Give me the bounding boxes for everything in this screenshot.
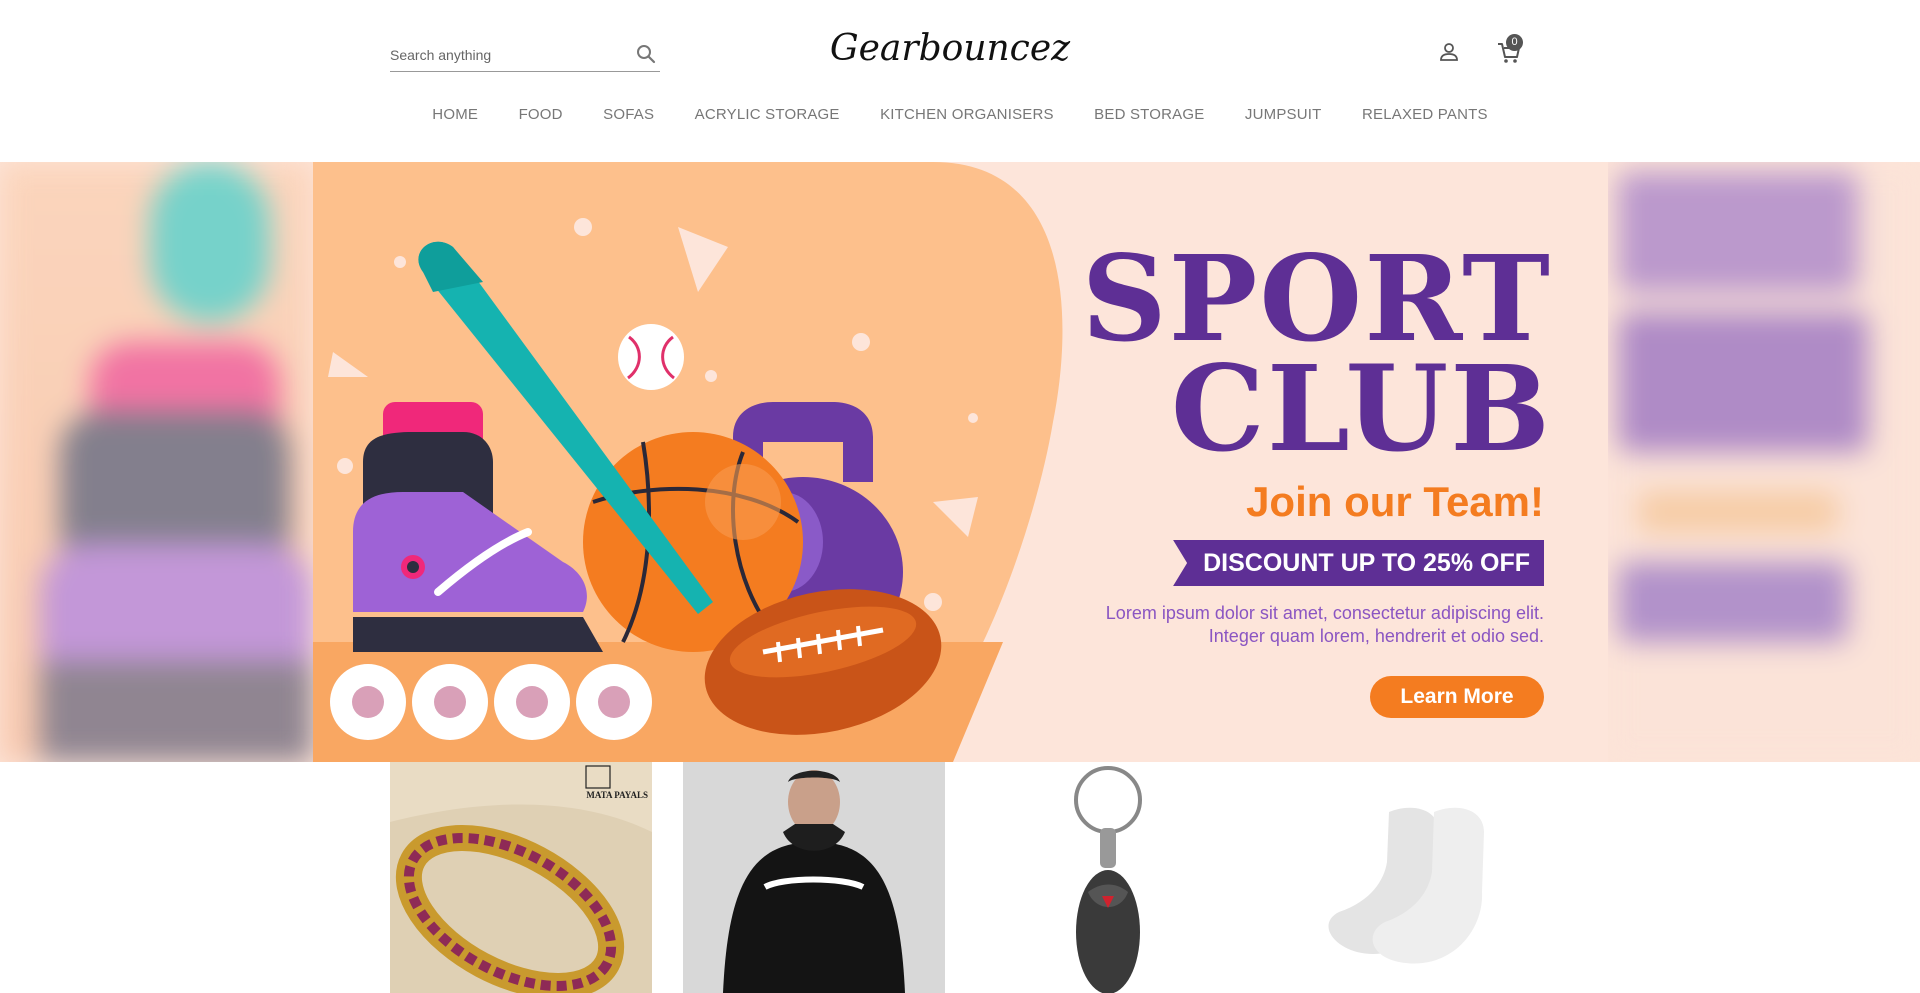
discount-banner: DISCOUNT UP TO 25% OFF [1173,540,1544,586]
learn-more-button[interactable]: Learn More [1370,676,1544,718]
cart-count-badge: 0 [1506,34,1523,51]
product-card-socks[interactable] [1269,762,1531,993]
hero-next-slide-preview[interactable] [1608,162,1920,762]
site-logo[interactable]: Gearbouncez [0,28,1920,69]
nav-item-food[interactable]: FOOD [519,106,563,123]
nav-item-acrylic-storage[interactable]: ACRYLIC STORAGE [695,106,840,123]
product-grid: MATA PAYALS [0,762,1920,993]
product-card-bangle[interactable]: MATA PAYALS [390,762,652,993]
product-card-keychain[interactable] [976,762,1238,993]
product-card-hoodie[interactable] [683,762,945,993]
main-nav: HOME FOOD SOFAS ACRYLIC STORAGE KITCHEN … [0,106,1920,124]
brand-label: MATA PAYALS [586,790,648,800]
keychain-product-image [976,762,1238,993]
user-icon[interactable] [1437,40,1461,64]
nav-item-jumpsuit[interactable]: JUMPSUIT [1245,106,1322,123]
hero-subtitle: Join our Team! [1246,478,1544,525]
hero-title-line2: CLUB [1170,339,1552,478]
nav-item-relaxed-pants[interactable]: RELAXED PANTS [1362,106,1488,123]
site-header: Gearbouncez 0 HOME FOOD SOFAS ACRYLIC ST… [0,0,1920,162]
hero-prev-slide-preview[interactable] [0,162,313,762]
hero-title-line1: SPORT [1081,229,1552,368]
hero-banner: SPORT CLUB Join our Team! DISCOUNT UP TO… [313,162,1608,762]
nav-item-home[interactable]: HOME [432,106,478,123]
nav-item-bed-storage[interactable]: BED STORAGE [1094,106,1204,123]
socks-product-image [1269,762,1531,993]
nav-item-sofas[interactable]: SOFAS [603,106,654,123]
hero-slider: SPORT CLUB Join our Team! DISCOUNT UP TO… [0,162,1920,762]
hoodie-product-image [683,762,945,993]
hero-description: Lorem ipsum dolor sit amet, consectetur … [1105,603,1544,646]
nav-item-kitchen-organisers[interactable]: KITCHEN ORGANISERS [880,106,1054,123]
